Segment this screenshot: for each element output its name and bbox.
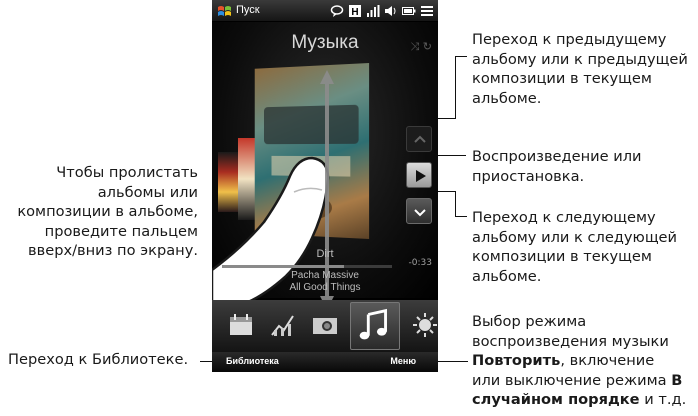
- library-note-line: Переход к Библиотеке.: [8, 351, 189, 368]
- status-bar: Пуск H: [212, 0, 438, 22]
- menu-note-line: Выбор режима: [472, 313, 587, 330]
- prev-callout-line: [455, 56, 467, 57]
- menu-note-text: и т.д.: [639, 391, 687, 408]
- music-screen[interactable]: Музыка ⤨ ↻ Dirt -0:33 Pacha Massive All …: [212, 22, 438, 310]
- start-label[interactable]: Пуск: [236, 4, 260, 16]
- soft-keys: Библиотека Меню: [212, 352, 438, 372]
- prev-note: Переход к предыдущему альбому или к пред…: [472, 30, 688, 108]
- prev-note-line: альбоме.: [472, 89, 542, 107]
- photos-icon[interactable]: [310, 308, 340, 342]
- menu-note-text: или выключение режима: [472, 371, 672, 389]
- prev-note-line: Переход к предыдущему: [472, 31, 667, 48]
- swipe-note-line: Чтобы пролистать: [56, 164, 198, 181]
- battery-icon[interactable]: [402, 3, 416, 17]
- prev-callout-line: [455, 56, 456, 119]
- next-note-line: альбому или к следующей: [472, 228, 678, 246]
- signal-icon[interactable]: [366, 3, 380, 17]
- volume-icon[interactable]: [384, 3, 398, 17]
- swipe-note-line: вверх/вниз по экрану.: [28, 242, 198, 259]
- weather-icon[interactable]: [410, 308, 438, 342]
- next-note-line: Переход к следующему: [472, 209, 656, 226]
- menu-lines-icon[interactable]: [420, 3, 434, 17]
- play-note-line: Воспроизведение или: [472, 148, 642, 165]
- album-art-graphic: [264, 104, 359, 145]
- next-note-line: альбоме.: [472, 267, 542, 285]
- swipe-note-line: проведите пальцем: [44, 222, 198, 240]
- svg-text:H: H: [351, 7, 358, 18]
- next-note: Переход к следующему альбому или к следу…: [472, 208, 677, 286]
- status-icons: H: [330, 3, 434, 19]
- next-button[interactable]: [406, 198, 432, 224]
- track-title: Dirt: [316, 248, 334, 260]
- swipe-note: Чтобы пролистать альбомы или композиции …: [17, 163, 198, 261]
- progress-bar[interactable]: [222, 265, 392, 268]
- swipe-note-line: альбомы или: [97, 183, 198, 201]
- phone-screen: Пуск H Музыка ⤨ ↻ Dirt -0:33 Pacha Massi…: [212, 0, 438, 372]
- next-note-line: композиции в текущем: [472, 248, 652, 265]
- stocks-icon[interactable]: [268, 308, 298, 342]
- play-callout-line: [434, 155, 466, 156]
- swipe-note-line: композиции в альбоме,: [17, 203, 198, 220]
- previous-button[interactable]: [406, 126, 432, 152]
- menu-note: Выбор режима воспроизведения музыки Повт…: [472, 312, 686, 410]
- remaining-time: -0:33: [408, 258, 432, 268]
- page-title: Музыка: [291, 32, 359, 53]
- play-pause-button[interactable]: [406, 162, 432, 188]
- play-note-line: приостановка.: [472, 167, 585, 185]
- track-artist: Pacha Massive: [291, 270, 359, 281]
- progress-fill: [222, 265, 345, 268]
- next-callout-line: [455, 216, 467, 217]
- menu-note-bold: В: [671, 371, 683, 389]
- menu-note-line: или выключение режима В: [472, 371, 686, 391]
- windows-logo-icon[interactable]: [217, 4, 232, 18]
- next-callout-line: [455, 191, 456, 217]
- prev-note-line: альбому или к предыдущей: [472, 50, 688, 68]
- shuffle-repeat-icon[interactable]: ⤨ ↻: [410, 40, 432, 54]
- play-note: Воспроизведение или приостановка.: [472, 147, 642, 186]
- tab-bar: [212, 300, 438, 352]
- menu-note-line: случайном порядке и т.д.: [472, 390, 686, 410]
- calendar-icon[interactable]: [226, 308, 256, 342]
- menu-note-line: воспроизведения музыки: [472, 332, 669, 350]
- h-network-icon: H: [348, 3, 362, 18]
- menu-note-text: , включение: [560, 352, 655, 369]
- music-icon[interactable]: [350, 302, 400, 350]
- menu-softkey[interactable]: Меню: [390, 356, 416, 366]
- library-note: Переход к Библиотеке.: [8, 350, 188, 370]
- notification-icon[interactable]: [330, 3, 344, 17]
- menu-note-bold: случайном порядке: [472, 391, 640, 408]
- menu-note-bold: Повторить: [472, 352, 561, 369]
- track-album: All Good Things: [289, 282, 361, 293]
- library-softkey[interactable]: Библиотека: [226, 356, 279, 366]
- menu-note-line: Повторить, включение: [472, 351, 686, 371]
- prev-note-line: композиции в текущем: [472, 70, 652, 87]
